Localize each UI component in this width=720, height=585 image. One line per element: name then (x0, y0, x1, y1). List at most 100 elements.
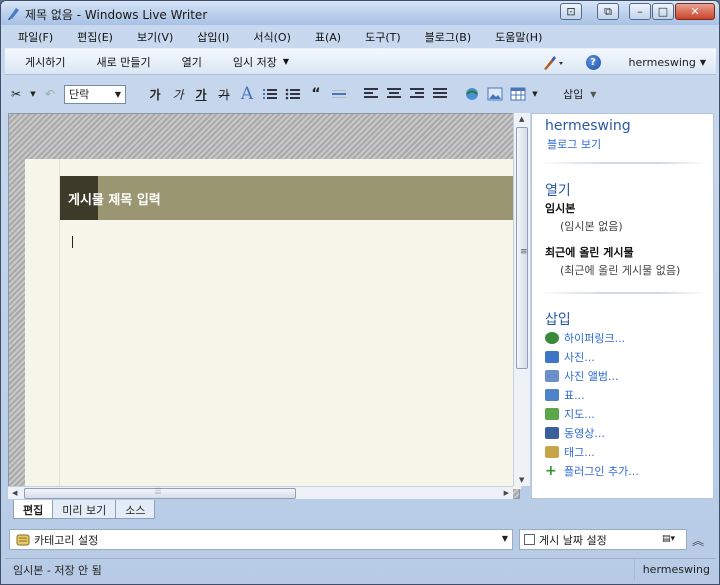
windows-live-writer-icon (8, 8, 19, 20)
scroll-down-icon[interactable]: ▼ (519, 476, 524, 484)
view-tabs: 편집 미리 보기 소스 (13, 500, 156, 519)
status-account: hermeswing (633, 558, 716, 581)
insert-map-link[interactable]: 지도... (545, 404, 639, 423)
bullet-list-icon[interactable] (282, 83, 304, 105)
insert-table-icon[interactable] (507, 83, 529, 105)
insert-picture-link[interactable]: 사진... (545, 347, 639, 366)
post-title-field[interactable]: 게시물 제목 입력 (60, 176, 521, 220)
undo-icon[interactable]: ↶ (39, 83, 61, 105)
theme-brush-icon[interactable] (542, 55, 564, 71)
menu-tools[interactable]: 도구(T) (352, 29, 412, 45)
drafts-empty-text: (임시본 없음) (560, 220, 623, 233)
category-label: 카테고리 설정 (34, 533, 99, 547)
minimize-button[interactable]: – (629, 3, 651, 20)
italic-button[interactable]: 가 (167, 83, 189, 105)
bold-button[interactable]: 가 (144, 83, 166, 105)
picture-icon (545, 350, 559, 363)
menu-blog[interactable]: 블로그(B) (412, 29, 483, 45)
paragraph-style-select[interactable]: 단락 ▼ (64, 84, 126, 104)
align-right-icon[interactable] (406, 83, 428, 105)
status-bar: 임시본 - 저장 안 됨 hermeswing (5, 558, 716, 581)
open-button[interactable]: 열기 (162, 54, 213, 70)
vertical-scroll-thumb[interactable]: ≡ (516, 127, 528, 369)
chevron-down-icon: ▼ (501, 534, 508, 543)
menu-help[interactable]: 도움말(H) (482, 29, 553, 45)
align-center-icon[interactable] (383, 83, 405, 105)
tab-preview[interactable]: 미리 보기 (52, 500, 117, 519)
align-left-icon[interactable] (360, 83, 382, 105)
menu-file[interactable]: 파일(F) (5, 29, 64, 45)
menu-edit[interactable]: 편집(E) (64, 29, 124, 45)
command-bar: 게시하기 새로 만들기 열기 임시 저장 ▼ ? hermeswing ▼ (5, 48, 716, 75)
maximize-button[interactable]: □ (652, 3, 674, 20)
font-color-button[interactable]: A (236, 83, 258, 105)
restore-icon[interactable]: ⧉ (597, 3, 619, 20)
collapse-icon[interactable]: ︽ (692, 532, 704, 549)
insert-tag-link[interactable]: 태그... (545, 442, 639, 461)
category-icon (16, 534, 30, 545)
scroll-right-icon[interactable]: ▶ (504, 489, 509, 497)
insert-item-label: 태그... (564, 445, 595, 459)
editor-horizontal-scrollbar[interactable]: ◀ ⦙⦙⦙ ▶ (8, 486, 513, 499)
strikethrough-button[interactable]: 가 (213, 83, 235, 105)
editor-area[interactable]: 게시물 제목 입력 (8, 113, 521, 499)
insert-hyperlink-link[interactable]: 하이퍼링크... (545, 328, 639, 347)
cut-dropdown-icon[interactable]: ▼ (28, 83, 38, 105)
category-select[interactable]: 카테고리 설정 ▼ (9, 529, 513, 550)
view-blog-link[interactable]: 블로그 보기 (547, 136, 601, 152)
save-draft-button[interactable]: 임시 저장 ▼ (213, 54, 300, 70)
horizontal-rule-icon[interactable] (328, 83, 350, 105)
tag-icon (545, 445, 559, 458)
help-icon[interactable]: ? (585, 55, 601, 70)
menu-table[interactable]: 표(A) (302, 29, 352, 45)
publish-date-label: 게시 날짜 설정 (539, 533, 607, 547)
blockquote-icon[interactable]: “ (305, 83, 327, 105)
editor-vertical-scrollbar[interactable]: ▲ ≡ ▼ (513, 113, 530, 486)
publish-date-field[interactable]: 게시 날짜 설정 ▤▾ (519, 529, 687, 550)
drafts-label: 임시본 (545, 202, 576, 215)
text-cursor (72, 236, 73, 248)
add-plugin-link[interactable]: + 플러그인 추가... (545, 461, 639, 480)
title-bar[interactable]: 제목 없음 - Windows Live Writer ⊡ ⧉ – □ ✕ (1, 1, 719, 25)
insert-menu-button[interactable]: 삽입 ▼ (563, 86, 596, 102)
toolbar-separator (452, 83, 460, 105)
insert-heading: 삽입 (545, 312, 571, 328)
tab-source[interactable]: 소스 (115, 500, 156, 519)
publish-button[interactable]: 게시하기 (5, 54, 76, 70)
photo-album-icon (545, 369, 559, 382)
table-dropdown-icon[interactable]: ▼ (530, 83, 540, 105)
video-icon (545, 426, 559, 439)
insert-video-link[interactable]: 동영상... (545, 423, 639, 442)
sidebar-panel: hermeswing 블로그 보기 열기 임시본 (임시본 없음) 최근에 올린… (531, 113, 714, 499)
scroll-up-icon[interactable]: ▲ (519, 115, 524, 123)
command-bar-right: ? hermeswing ▼ (542, 49, 706, 76)
calendar-icon[interactable]: ▤▾ (662, 534, 680, 546)
extra-window-icon[interactable]: ⊡ (560, 3, 582, 20)
app-window: 제목 없음 - Windows Live Writer ⊡ ⧉ – □ ✕ 파일… (0, 0, 720, 585)
horizontal-scroll-thumb[interactable]: ⦙⦙⦙ (24, 487, 296, 499)
editor-page[interactable]: 게시물 제목 입력 (25, 159, 521, 489)
close-button[interactable]: ✕ (675, 3, 715, 20)
chevron-down-icon: ▼ (114, 89, 121, 99)
plus-icon: + (545, 462, 557, 479)
publish-date-checkbox[interactable] (524, 534, 535, 545)
insert-photo-album-link[interactable]: 사진 앨범... (545, 366, 639, 385)
insert-table-link[interactable]: 표... (545, 385, 639, 404)
account-menu[interactable]: hermeswing ▼ (629, 56, 706, 69)
new-post-button[interactable]: 새로 만들기 (76, 54, 161, 70)
menu-view[interactable]: 보기(V) (124, 29, 184, 45)
cut-icon[interactable]: ✂ (5, 83, 27, 105)
scroll-left-icon[interactable]: ◀ (12, 489, 17, 497)
open-heading: 열기 (545, 183, 571, 199)
menu-format[interactable]: 서식(O) (240, 29, 301, 45)
tab-edit[interactable]: 편집 (13, 500, 54, 519)
justify-icon[interactable] (429, 83, 451, 105)
insert-list: 하이퍼링크... 사진... 사진 앨범... 표... 지도... 동영상..… (545, 328, 639, 480)
sidebar-divider (538, 292, 708, 294)
menu-insert[interactable]: 삽입(I) (184, 29, 240, 45)
numbered-list-icon[interactable] (259, 83, 281, 105)
insert-hyperlink-icon[interactable] (461, 83, 483, 105)
underline-button[interactable]: 가 (190, 83, 212, 105)
grip-icon: ≡ (520, 247, 528, 257)
insert-picture-icon[interactable] (484, 83, 506, 105)
